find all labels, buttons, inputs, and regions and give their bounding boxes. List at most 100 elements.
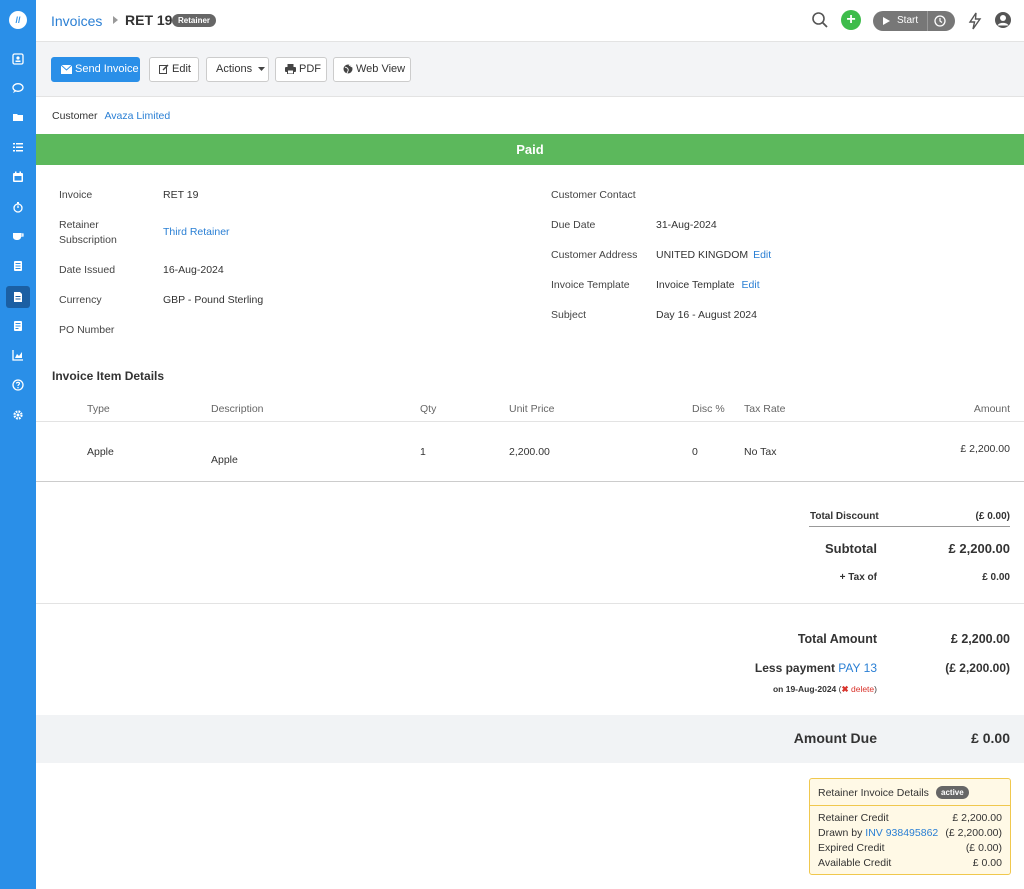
customer-address-label: Customer Address — [551, 249, 638, 261]
sidebar: // — [0, 0, 36, 889]
start-timer-button[interactable]: Start — [873, 11, 955, 31]
payment-ref-link[interactable]: PAY 13 — [838, 661, 877, 675]
invoice-item-details-title: Invoice Item Details — [52, 369, 165, 383]
drawn-by-row: Drawn by INV 938495862 — [818, 827, 938, 839]
top-bar: Invoices RET 19 Retainer + Start — [36, 0, 1024, 42]
total-amount-value: £ 2,200.00 — [950, 632, 1010, 646]
edit-button[interactable]: Edit — [149, 57, 199, 82]
breadcrumb-invoices-link[interactable]: Invoices — [51, 13, 102, 29]
subtotal-label: Subtotal — [825, 541, 877, 556]
envelope-icon — [61, 64, 72, 74]
discount-underline — [809, 526, 1010, 527]
expired-credit-value: (£ 0.00) — [965, 842, 1002, 854]
drawn-by-invoice-link[interactable]: INV 938495862 — [865, 827, 938, 839]
date-issued-label: Date Issued — [59, 264, 116, 276]
clock-icon[interactable] — [934, 15, 946, 27]
pdf-label: PDF — [299, 63, 321, 75]
web-view-button[interactable]: Web View — [333, 57, 411, 82]
tax-value: £ 0.00 — [982, 572, 1010, 583]
total-amount-label: Total Amount — [797, 632, 877, 646]
folder-icon[interactable] — [10, 109, 26, 125]
po-number-label: PO Number — [59, 324, 115, 336]
contacts-icon[interactable] — [10, 51, 26, 67]
lightning-bolt-icon[interactable] — [968, 12, 982, 30]
due-date-value: 31-Aug-2024 — [656, 219, 717, 231]
actions-label: Actions — [216, 63, 253, 75]
amount-due-value: £ 0.00 — [971, 730, 1010, 746]
invoice-template-label: Invoice Template — [551, 279, 630, 291]
invoice-template-text: Invoice Template — [656, 279, 735, 291]
tasks-icon[interactable] — [10, 139, 26, 155]
search-icon[interactable] — [811, 11, 829, 29]
reports-chart-icon[interactable] — [10, 347, 26, 363]
customer-contact-label: Customer Contact — [551, 189, 636, 201]
delete-payment-link[interactable]: delete — [851, 684, 874, 694]
customer-address-text: UNITED KINGDOM — [656, 249, 749, 261]
delete-x-icon[interactable]: ✖ — [841, 684, 848, 694]
avaza-logo-icon[interactable]: // — [9, 11, 27, 29]
amount-due-label: Amount Due — [793, 730, 877, 746]
drawn-by-value: (£ 2,200.00) — [945, 827, 1002, 839]
col-description: Description — [211, 403, 264, 415]
tax-label: + Tax of — [839, 572, 877, 583]
actions-dropdown[interactable]: Actions — [206, 57, 269, 82]
available-credit-value: £ 0.00 — [972, 857, 1002, 869]
drawn-by-label: Drawn by — [818, 827, 863, 839]
chat-icon[interactable] — [10, 80, 26, 96]
item-description: Apple — [211, 454, 238, 466]
total-discount-value: (£ 0.00) — [975, 511, 1010, 522]
breadcrumb-arrow-icon — [113, 16, 118, 24]
edit-label: Edit — [172, 63, 191, 75]
bills-icon[interactable] — [10, 318, 26, 334]
total-discount-label: Total Discount — [810, 511, 879, 522]
page-title: RET 19 — [125, 12, 173, 28]
add-new-button[interactable]: + — [841, 10, 861, 30]
due-date-label: Due Date — [551, 219, 596, 231]
retainer-subscription-link[interactable]: Third Retainer — [163, 226, 230, 238]
invoice-number-value: RET 19 — [163, 189, 199, 201]
start-label: Start — [897, 15, 919, 26]
coffee-cup-icon[interactable] — [10, 228, 26, 244]
retainer-credit-label: Retainer Credit — [818, 812, 889, 824]
invoice-label: Invoice — [59, 189, 93, 201]
estimates-icon[interactable] — [10, 258, 26, 274]
subject-value: Day 16 - August 2024 — [656, 309, 757, 321]
calendar-icon[interactable] — [10, 169, 26, 185]
play-icon — [883, 17, 890, 25]
help-icon[interactable] — [10, 377, 26, 393]
totals-divider — [36, 603, 1024, 604]
settings-gear-icon[interactable] — [10, 407, 26, 423]
item-unit-price: 2,200.00 — [509, 446, 550, 458]
send-invoice-button[interactable]: Send Invoice — [51, 57, 140, 82]
table-header-divider — [36, 421, 1024, 422]
retainer-badge: Retainer — [172, 14, 217, 27]
retainer-invoice-details-box: Retainer Invoice Details active Retainer… — [809, 778, 1011, 875]
subtotal-value: £ 2,200.00 — [948, 541, 1010, 556]
col-type: Type — [87, 403, 110, 415]
invoice-template-value: Invoice Template Edit — [656, 279, 760, 291]
payment-value: (£ 2,200.00) — [945, 661, 1010, 675]
item-tax-rate: No Tax — [744, 446, 777, 458]
currency-label: Currency — [59, 294, 102, 306]
customer-name-link[interactable]: Avaza Limited — [104, 110, 170, 122]
retainer-box-header: Retainer Invoice Details active — [810, 779, 1010, 806]
available-credit-label: Available Credit — [818, 857, 892, 869]
send-invoice-label: Send Invoice — [75, 63, 139, 75]
invoice-template-edit-link[interactable]: Edit — [742, 279, 760, 291]
col-tax-rate: Tax Rate — [744, 403, 786, 415]
col-unit-price: Unit Price — [509, 403, 555, 415]
stopwatch-icon[interactable] — [10, 199, 26, 215]
pdf-button[interactable]: PDF — [275, 57, 327, 82]
currency-value: GBP - Pound Sterling — [163, 294, 264, 306]
globe-icon — [343, 64, 353, 74]
amount-due-band: Amount Due £ 0.00 — [36, 715, 1024, 763]
col-qty: Qty — [420, 403, 437, 415]
customer-address-edit-link[interactable]: Edit — [753, 249, 771, 261]
expired-credit-label: Expired Credit — [818, 842, 885, 854]
customer-address-value: UNITED KINGDOM Edit — [656, 249, 771, 261]
user-account-icon[interactable] — [994, 11, 1012, 29]
table-bottom-divider — [36, 481, 1024, 482]
customer-label: Customer — [52, 110, 98, 122]
invoices-icon[interactable] — [6, 286, 30, 308]
less-payment-label: Less payment — [754, 661, 835, 675]
